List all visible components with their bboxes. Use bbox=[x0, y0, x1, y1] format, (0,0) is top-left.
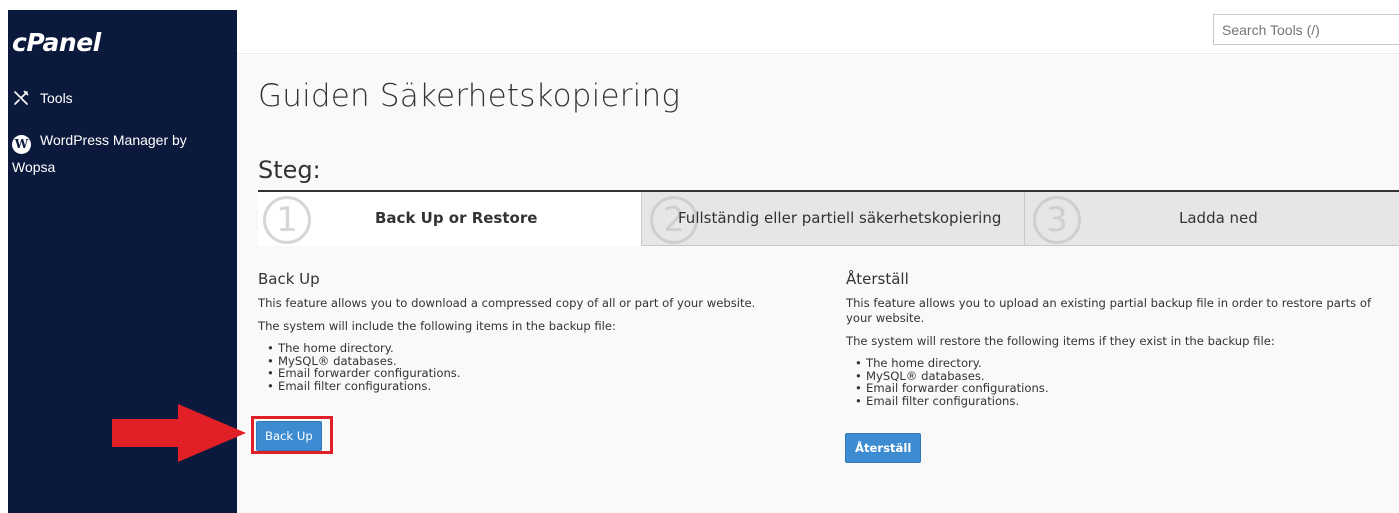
sidebar-item-wordpress-manager[interactable]: W WordPress Manager by Wopsa bbox=[12, 127, 232, 181]
step-number-1: 1 bbox=[263, 196, 311, 244]
backup-items-list: The home directory. MySQL® databases. Em… bbox=[258, 342, 818, 392]
list-item: The home directory. bbox=[258, 342, 818, 355]
list-item: Email forwarder configurations. bbox=[846, 382, 1391, 395]
restore-description: This feature allows you to upload an exi… bbox=[846, 296, 1372, 325]
step-label: Ladda ned bbox=[1179, 209, 1258, 227]
step-full-or-partial-backup[interactable]: 2 Fullständig eller partiell säkerhetsko… bbox=[642, 192, 1025, 246]
list-item: Email filter configurations. bbox=[258, 379, 818, 393]
restore-section: Återställ This feature allows you to upl… bbox=[846, 270, 1391, 407]
restore-heading: Återställ bbox=[846, 270, 909, 288]
restore-button[interactable]: Återställ bbox=[845, 433, 922, 463]
backup-description: This feature allows you to download a co… bbox=[258, 296, 756, 310]
annotation-arrow-icon bbox=[112, 404, 246, 462]
search-tools-input[interactable] bbox=[1213, 14, 1399, 45]
backup-section: Back Up This feature allows you to downl… bbox=[258, 270, 818, 392]
sidebar-item-tools[interactable]: Tools bbox=[12, 89, 73, 107]
sidebar-item-label: WordPress Manager by Wopsa bbox=[12, 132, 187, 175]
page-title: Guiden Säkerhetskopiering bbox=[258, 78, 681, 114]
step-number-3: 3 bbox=[1033, 196, 1081, 244]
backup-intro: The system will include the following it… bbox=[258, 319, 616, 333]
annotation-highlight-box bbox=[251, 416, 333, 454]
step-back-up-or-restore[interactable]: 1 Back Up or Restore bbox=[258, 192, 642, 246]
step-download[interactable]: 3 Ladda ned bbox=[1025, 192, 1399, 246]
sidebar-item-label: Tools bbox=[40, 90, 73, 106]
steps-heading: Steg: bbox=[258, 156, 321, 184]
restore-intro: The system will restore the following it… bbox=[846, 334, 1275, 348]
cpanel-logo[interactable]: cPanel bbox=[12, 28, 101, 57]
restore-items-list: The home directory. MySQL® databases. Em… bbox=[846, 357, 1391, 407]
main-content: Guiden Säkerhetskopiering Steg: 1 Back U… bbox=[237, 55, 1399, 513]
list-item: The home directory. bbox=[846, 357, 1391, 370]
list-item: Email forwarder configurations. bbox=[258, 367, 818, 380]
list-item: Email filter configurations. bbox=[846, 394, 1391, 408]
tools-icon bbox=[14, 90, 29, 105]
wordpress-icon: W bbox=[12, 135, 31, 154]
step-label: Back Up or Restore bbox=[375, 209, 538, 227]
step-label: Fullständig eller partiell säkerhetskopi… bbox=[678, 209, 1002, 227]
backup-heading: Back Up bbox=[258, 270, 320, 288]
wizard-stepper: 1 Back Up or Restore 2 Fullständig eller… bbox=[258, 190, 1399, 247]
